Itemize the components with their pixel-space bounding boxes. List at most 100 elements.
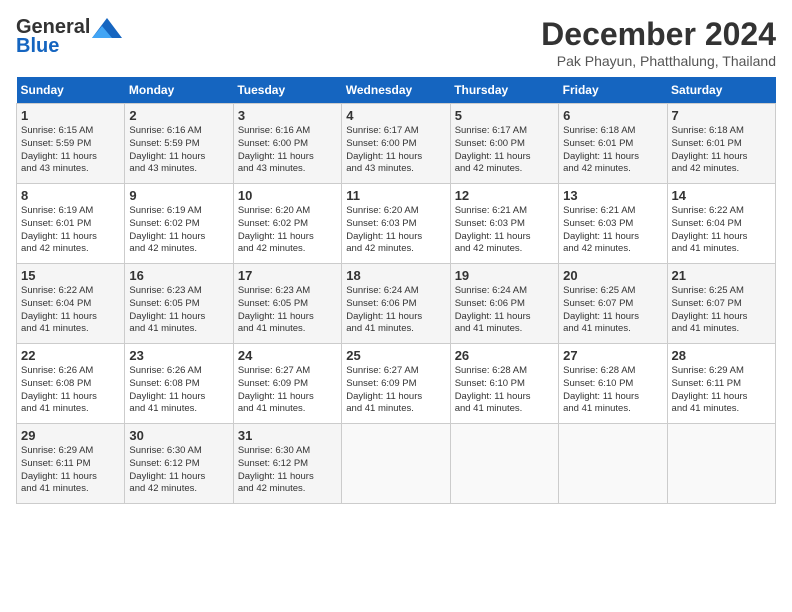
day-number: 16 [129, 268, 228, 283]
day-info: Sunrise: 6:18 AM Sunset: 6:01 PM Dayligh… [672, 125, 771, 176]
day-number: 30 [129, 428, 228, 443]
col-thursday: Thursday [450, 77, 558, 104]
calendar-cell [559, 424, 667, 504]
logo-icon [92, 18, 122, 38]
day-number: 23 [129, 348, 228, 363]
col-wednesday: Wednesday [342, 77, 450, 104]
day-number: 24 [238, 348, 337, 363]
day-number: 5 [455, 108, 554, 123]
day-number: 22 [21, 348, 120, 363]
day-number: 10 [238, 188, 337, 203]
day-info: Sunrise: 6:20 AM Sunset: 6:02 PM Dayligh… [238, 205, 337, 256]
day-info: Sunrise: 6:26 AM Sunset: 6:08 PM Dayligh… [129, 365, 228, 416]
calendar-cell: 31 Sunrise: 6:30 AM Sunset: 6:12 PM Dayli… [233, 424, 341, 504]
day-info: Sunrise: 6:26 AM Sunset: 6:08 PM Dayligh… [21, 365, 120, 416]
day-info: Sunrise: 6:25 AM Sunset: 6:07 PM Dayligh… [672, 285, 771, 336]
logo-block: General Blue [16, 16, 122, 58]
calendar-cell: 11Sunrise: 6:20 AM Sunset: 6:03 PM Dayli… [342, 184, 450, 264]
calendar-cell: 30 Sunrise: 6:30 AM Sunset: 6:12 PM Dayli… [125, 424, 233, 504]
calendar-cell [450, 424, 558, 504]
page-header: General Blue December 2024 Pak Phayun, P… [16, 16, 776, 69]
day-info: Sunrise: 6:24 AM Sunset: 6:06 PM Dayligh… [346, 285, 445, 336]
calendar-cell: 7 Sunrise: 6:18 AM Sunset: 6:01 PM Daylig… [667, 104, 775, 184]
calendar-cell: 12 Sunrise: 6:21 AM Sunset: 6:03 PM Dayli… [450, 184, 558, 264]
day-number: 26 [455, 348, 554, 363]
calendar-cell: 22 Sunrise: 6:26 AM Sunset: 6:08 PM Dayli… [17, 344, 125, 424]
day-number: 28 [672, 348, 771, 363]
day-number: 15 [21, 268, 120, 283]
day-number: 3 [238, 108, 337, 123]
day-info: Sunrise: 6:24 AM Sunset: 6:06 PM Dayligh… [455, 285, 554, 336]
day-info: Sunrise: 6:20 AM Sunset: 6:03 PM Dayligh… [346, 205, 445, 256]
calendar-cell: 24 Sunrise: 6:27 AM Sunset: 6:09 PM Dayli… [233, 344, 341, 424]
calendar-cell: 21 Sunrise: 6:25 AM Sunset: 6:07 PM Dayli… [667, 264, 775, 344]
day-info: Sunrise: 6:22 AM Sunset: 6:04 PM Dayligh… [21, 285, 120, 336]
calendar-cell: 14 Sunrise: 6:22 AM Sunset: 6:04 PM Dayli… [667, 184, 775, 264]
day-info: Sunrise: 6:21 AM Sunset: 6:03 PM Dayligh… [455, 205, 554, 256]
day-info: Sunrise: 6:21 AM Sunset: 6:03 PM Dayligh… [563, 205, 662, 256]
day-number: 25 [346, 348, 445, 363]
calendar-cell: 26 Sunrise: 6:28 AM Sunset: 6:10 PM Dayli… [450, 344, 558, 424]
logo-blue: Blue [16, 35, 59, 58]
day-info: Sunrise: 6:22 AM Sunset: 6:04 PM Dayligh… [672, 205, 771, 256]
calendar-cell: 28Sunrise: 6:29 AM Sunset: 6:11 PM Dayli… [667, 344, 775, 424]
col-monday: Monday [125, 77, 233, 104]
day-number: 27 [563, 348, 662, 363]
title-block: December 2024 Pak Phayun, Phatthalung, T… [541, 16, 776, 69]
location-subtitle: Pak Phayun, Phatthalung, Thailand [541, 53, 776, 69]
day-number: 13 [563, 188, 662, 203]
calendar-cell: 3 Sunrise: 6:16 AM Sunset: 6:00 PM Daylig… [233, 104, 341, 184]
calendar-week-3: 15 Sunrise: 6:22 AM Sunset: 6:04 PM Dayli… [17, 264, 776, 344]
calendar-week-2: 8Sunrise: 6:19 AM Sunset: 6:01 PM Daylig… [17, 184, 776, 264]
day-info: Sunrise: 6:28 AM Sunset: 6:10 PM Dayligh… [563, 365, 662, 416]
day-number: 29 [21, 428, 120, 443]
day-number: 19 [455, 268, 554, 283]
day-number: 17 [238, 268, 337, 283]
day-info: Sunrise: 6:25 AM Sunset: 6:07 PM Dayligh… [563, 285, 662, 336]
calendar-cell: 29 Sunrise: 6:29 AM Sunset: 6:11 PM Dayli… [17, 424, 125, 504]
day-number: 21 [672, 268, 771, 283]
calendar-week-4: 22 Sunrise: 6:26 AM Sunset: 6:08 PM Dayli… [17, 344, 776, 424]
calendar-week-5: 29 Sunrise: 6:29 AM Sunset: 6:11 PM Dayli… [17, 424, 776, 504]
calendar-cell: 6Sunrise: 6:18 AM Sunset: 6:01 PM Daylig… [559, 104, 667, 184]
day-info: Sunrise: 6:15 AM Sunset: 5:59 PM Dayligh… [21, 125, 120, 176]
col-sunday: Sunday [17, 77, 125, 104]
calendar-week-1: 1Sunrise: 6:15 AM Sunset: 5:59 PM Daylig… [17, 104, 776, 184]
day-number: 14 [672, 188, 771, 203]
day-number: 12 [455, 188, 554, 203]
day-info: Sunrise: 6:27 AM Sunset: 6:09 PM Dayligh… [346, 365, 445, 416]
col-friday: Friday [559, 77, 667, 104]
day-info: Sunrise: 6:17 AM Sunset: 6:00 PM Dayligh… [455, 125, 554, 176]
day-info: Sunrise: 6:16 AM Sunset: 6:00 PM Dayligh… [238, 125, 337, 176]
day-info: Sunrise: 6:29 AM Sunset: 6:11 PM Dayligh… [21, 445, 120, 496]
calendar-cell: 2Sunrise: 6:16 AM Sunset: 5:59 PM Daylig… [125, 104, 233, 184]
calendar-cell: 4 Sunrise: 6:17 AM Sunset: 6:00 PM Daylig… [342, 104, 450, 184]
calendar-header-row: Sunday Monday Tuesday Wednesday Thursday… [17, 77, 776, 104]
calendar-cell [342, 424, 450, 504]
col-saturday: Saturday [667, 77, 775, 104]
calendar-cell: 19 Sunrise: 6:24 AM Sunset: 6:06 PM Dayli… [450, 264, 558, 344]
day-info: Sunrise: 6:19 AM Sunset: 6:02 PM Dayligh… [129, 205, 228, 256]
day-info: Sunrise: 6:19 AM Sunset: 6:01 PM Dayligh… [21, 205, 120, 256]
month-title: December 2024 [541, 16, 776, 53]
day-info: Sunrise: 6:28 AM Sunset: 6:10 PM Dayligh… [455, 365, 554, 416]
day-info: Sunrise: 6:18 AM Sunset: 6:01 PM Dayligh… [563, 125, 662, 176]
col-tuesday: Tuesday [233, 77, 341, 104]
day-info: Sunrise: 6:30 AM Sunset: 6:12 PM Dayligh… [238, 445, 337, 496]
day-number: 2 [129, 108, 228, 123]
calendar-cell [667, 424, 775, 504]
calendar-cell: 25 Sunrise: 6:27 AM Sunset: 6:09 PM Dayli… [342, 344, 450, 424]
calendar-cell: 5 Sunrise: 6:17 AM Sunset: 6:00 PM Daylig… [450, 104, 558, 184]
logo: General Blue [16, 16, 122, 58]
day-info: Sunrise: 6:23 AM Sunset: 6:05 PM Dayligh… [129, 285, 228, 336]
day-info: Sunrise: 6:30 AM Sunset: 6:12 PM Dayligh… [129, 445, 228, 496]
calendar-cell: 17Sunrise: 6:23 AM Sunset: 6:05 PM Dayli… [233, 264, 341, 344]
calendar-cell: 13 Sunrise: 6:21 AM Sunset: 6:03 PM Dayli… [559, 184, 667, 264]
day-info: Sunrise: 6:27 AM Sunset: 6:09 PM Dayligh… [238, 365, 337, 416]
calendar-cell: 18Sunrise: 6:24 AM Sunset: 6:06 PM Dayli… [342, 264, 450, 344]
calendar-cell: 10 Sunrise: 6:20 AM Sunset: 6:02 PM Dayli… [233, 184, 341, 264]
day-info: Sunrise: 6:17 AM Sunset: 6:00 PM Dayligh… [346, 125, 445, 176]
day-number: 4 [346, 108, 445, 123]
day-number: 7 [672, 108, 771, 123]
day-number: 31 [238, 428, 337, 443]
